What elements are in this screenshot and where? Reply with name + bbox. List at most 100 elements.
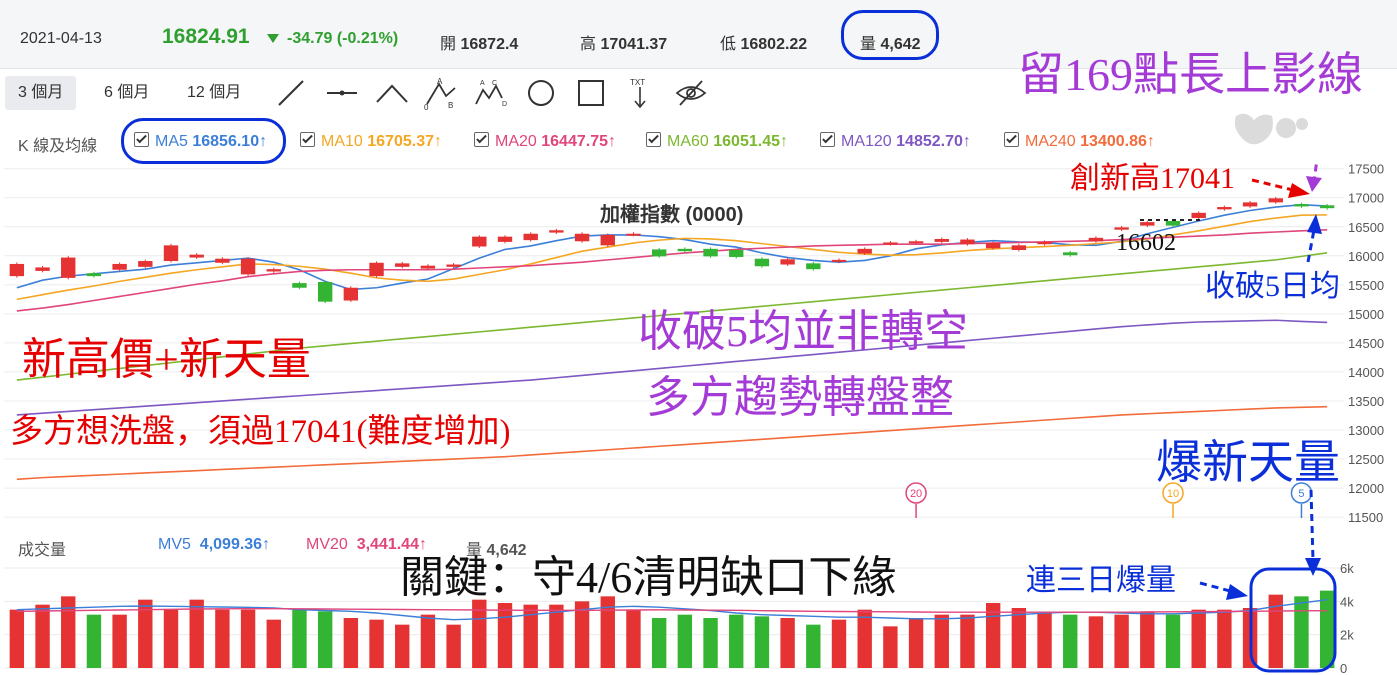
price-tick-label: 16000 — [1348, 249, 1384, 264]
high-field: 高 17041.37 — [580, 30, 667, 54]
price-tick-label: 13000 — [1348, 423, 1384, 438]
candle-body — [1063, 252, 1078, 256]
candle-body — [780, 259, 795, 265]
hide-drawings-icon[interactable] — [674, 76, 708, 110]
volume-bar — [780, 618, 795, 668]
volume-bar — [1191, 609, 1206, 668]
checkbox-icon[interactable] — [820, 132, 835, 147]
break-ma5-arrow — [1306, 229, 1316, 263]
three-days-arrowhead — [1226, 584, 1248, 600]
quote-date: 2021-04-13 — [20, 30, 102, 47]
candle-body — [549, 230, 564, 233]
ma60-label: MA60 — [667, 133, 709, 150]
price-tick-label: 12500 — [1348, 452, 1384, 467]
candle-body — [985, 243, 1001, 249]
candle-body — [472, 236, 487, 247]
candle-body — [1140, 222, 1155, 226]
candle-body — [395, 263, 410, 267]
candle-body — [1319, 205, 1335, 209]
ma60-value: 16051.45↑ — [713, 133, 788, 150]
volume-bar — [908, 618, 924, 668]
ma240-toggle[interactable]: MA240 13400.86↑ — [1004, 132, 1155, 151]
candle-body — [934, 238, 949, 242]
candle-body — [1217, 207, 1232, 210]
volume-bar — [857, 609, 872, 668]
angle-tool-icon[interactable] — [375, 76, 409, 110]
abcd-pattern-tool-icon[interactable]: A 0 B — [424, 76, 458, 112]
mv20-value: 3,441.44↑ — [356, 536, 427, 553]
ma10-toggle[interactable]: MA10 16705.37↑ — [300, 132, 442, 151]
candle-body — [215, 258, 230, 263]
volume-bar — [754, 616, 770, 668]
candle-body — [754, 258, 770, 267]
checkbox-icon[interactable] — [300, 132, 315, 147]
annotation-new-high-volume: 新高價+新天量 — [22, 335, 311, 384]
volume-bar — [61, 596, 76, 668]
volume-bar — [1319, 590, 1335, 668]
candle-body — [677, 248, 693, 252]
volume-bar — [420, 614, 436, 668]
candle-body — [1037, 241, 1052, 245]
volume-bar — [960, 614, 975, 668]
volume-bar — [1294, 596, 1309, 668]
candle-body — [9, 263, 25, 277]
text-tool-icon[interactable]: TXT — [623, 76, 657, 110]
checkbox-icon[interactable] — [474, 132, 489, 147]
candle-body — [806, 263, 821, 270]
annotation-consolidation: 多方趨勢轉盤整 — [646, 373, 954, 422]
ma120-label: MA120 — [841, 133, 892, 150]
candle-body — [1191, 212, 1206, 219]
svg-text:C: C — [492, 80, 497, 87]
price-change: -34.79 (-0.21%) — [287, 30, 399, 47]
candle-body — [86, 273, 102, 277]
high-label: 高 — [580, 36, 597, 53]
annotation-key-gap: 關鍵：守4/6清明缺口下緣 — [400, 553, 897, 602]
volume-bar — [831, 619, 847, 668]
candle-body — [266, 269, 281, 272]
range-12-months-button[interactable]: 12 個月 — [174, 76, 254, 110]
volume-bar — [446, 624, 461, 668]
ma20-toggle[interactable]: MA20 16447.75↑ — [474, 132, 616, 151]
volume-tick-label: 4k — [1340, 594, 1354, 609]
ma60-toggle[interactable]: MA60 16051.45↑ — [646, 132, 788, 151]
horizontal-line-tool-icon[interactable] — [325, 76, 359, 110]
range-6-months-button[interactable]: 6 個月 — [91, 76, 162, 110]
line-tool-icon[interactable] — [274, 76, 308, 110]
candle-body — [343, 287, 359, 301]
price-tick-label: 14500 — [1348, 336, 1384, 351]
volume-bar — [549, 604, 564, 668]
volume-title: 成交量 — [18, 542, 67, 559]
ma-marker-label: 20 — [910, 488, 922, 500]
volume-bar — [703, 618, 718, 668]
volume-bar — [369, 619, 384, 668]
volume-bar — [934, 614, 949, 668]
annotation-low-point: 16602 — [1116, 230, 1176, 256]
circle-tool-icon[interactable] — [524, 76, 558, 110]
ma-marker-label: 10 — [1167, 488, 1179, 500]
volume-bar — [497, 603, 513, 668]
ma20-label: MA20 — [495, 133, 537, 150]
break-ma5-arrowhead — [1307, 214, 1322, 234]
checkbox-icon[interactable] — [1004, 132, 1019, 147]
candle-body — [112, 263, 127, 270]
volume-bar — [574, 601, 590, 668]
candle-body — [729, 250, 744, 257]
candle-body — [420, 265, 436, 269]
rectangle-tool-icon[interactable] — [574, 76, 608, 110]
abcde-wave-tool-icon[interactable]: AC D — [474, 76, 508, 110]
candle-body — [523, 233, 538, 241]
volume-bar — [1011, 608, 1027, 668]
mv5-label: MV5 — [158, 536, 191, 553]
candle-body — [1088, 237, 1104, 242]
checkbox-icon[interactable] — [646, 132, 661, 147]
svg-text:A: A — [480, 80, 485, 87]
volume-bar — [1063, 614, 1078, 668]
ma120-toggle[interactable]: MA120 14852.70↑ — [820, 132, 971, 151]
range-3-months-button[interactable]: 3 個月 — [5, 76, 77, 110]
volume-tick-label: 0 — [1340, 661, 1347, 675]
candle-body — [317, 281, 333, 302]
low-field: 低 16802.22 — [720, 30, 807, 54]
chart-title: 加權指數 (0000) — [600, 204, 744, 226]
upper-shadow-arrowhead — [1306, 176, 1322, 192]
open-value: 16872.4 — [460, 36, 519, 53]
